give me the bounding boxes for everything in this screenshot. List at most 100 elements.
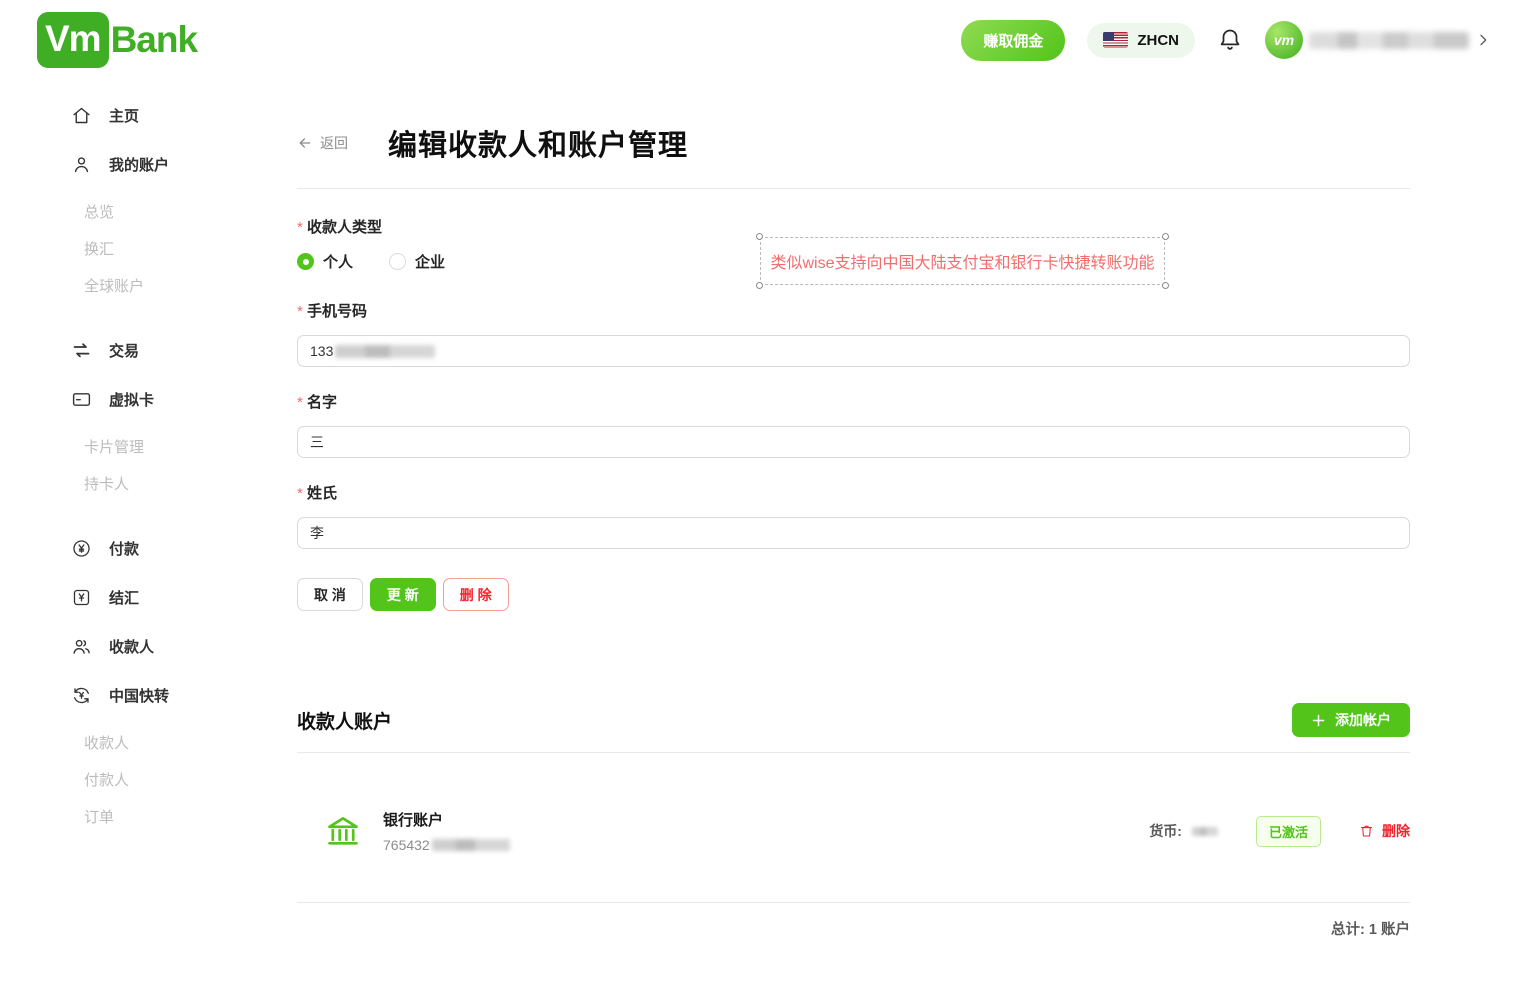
sidebar-subitem-cft-orders[interactable]: 订单 xyxy=(71,803,297,829)
sidebar-item-label: 主页 xyxy=(109,105,139,126)
sidebar-item-my-account[interactable]: 我的账户 xyxy=(71,149,297,179)
radio-selected-icon xyxy=(297,253,314,270)
user-icon xyxy=(71,154,92,175)
top-header: Vm Bank 赚取佣金 ZHCN vm xyxy=(0,0,1517,80)
notification-bell-icon[interactable] xyxy=(1217,27,1243,53)
language-selector[interactable]: ZHCN xyxy=(1087,23,1195,58)
last-name-input[interactable] xyxy=(297,517,1410,549)
phone-value-visible: 133 xyxy=(310,343,333,359)
plus-icon xyxy=(1311,713,1326,728)
sidebar-item-label: 虚拟卡 xyxy=(109,389,154,410)
phone-value-redacted xyxy=(335,345,435,358)
title-divider xyxy=(297,188,1410,189)
people-icon xyxy=(71,636,92,657)
accounts-title: 收款人账户 xyxy=(297,707,392,734)
recipient-type-label: 收款人类型 xyxy=(297,216,1410,237)
back-label: 返回 xyxy=(320,133,348,153)
sidebar-subitem-overview[interactable]: 总览 xyxy=(71,198,297,224)
accounts-total: 总计: 1 账户 xyxy=(297,918,1410,939)
account-meta: 货币: 已激活 删除 xyxy=(1149,816,1410,847)
annotation-box: 类似wise支持向中国大陆支付宝和银行卡快捷转账功能 xyxy=(760,237,1165,285)
form-actions: 取 消 更 新 删 除 xyxy=(297,578,1410,611)
sidebar-subitem-exchange[interactable]: 换汇 xyxy=(71,235,297,261)
sidebar-item-recipients[interactable]: 收款人 xyxy=(71,631,297,661)
currency-group: 货币: xyxy=(1149,821,1218,841)
sidebar-item-label: 付款 xyxy=(109,538,139,559)
delete-button[interactable]: 删 除 xyxy=(443,578,509,611)
brand-logo[interactable]: Vm Bank xyxy=(37,12,197,68)
sidebar-item-virtual-cards[interactable]: 虚拟卡 xyxy=(71,384,297,414)
back-arrow-icon xyxy=(297,135,313,151)
radio-personal-label: 个人 xyxy=(323,251,353,272)
status-badge: 已激活 xyxy=(1256,816,1321,847)
logo-name: Bank xyxy=(111,19,197,61)
yuan-square-icon xyxy=(71,587,92,608)
credit-card-icon xyxy=(71,389,92,410)
cancel-button[interactable]: 取 消 xyxy=(297,578,363,611)
phone-input[interactable]: 133 xyxy=(297,335,1410,367)
account-type: 银行账户 xyxy=(383,809,510,830)
sidebar-item-payments[interactable]: 付款 xyxy=(71,533,297,563)
user-menu[interactable]: vm xyxy=(1265,21,1491,59)
user-avatar: vm xyxy=(1265,21,1303,59)
sidebar-nav: 主页 我的账户 总览 换汇 全球账户 交易 虚拟卡 卡片管理 持卡人 xyxy=(0,80,297,939)
account-text: 银行账户 765432 xyxy=(383,809,510,853)
trash-icon xyxy=(1359,823,1374,839)
annotation-handle[interactable] xyxy=(1162,282,1169,289)
annotation-handle[interactable] xyxy=(1162,233,1169,240)
annotation-handle[interactable] xyxy=(756,282,763,289)
currency-label: 货币: xyxy=(1149,821,1182,841)
logo-mark: Vm xyxy=(37,12,109,68)
yuan-transfer-icon xyxy=(71,685,92,706)
sidebar-subitem-cft-recipients[interactable]: 收款人 xyxy=(71,729,297,755)
annotation-handle[interactable] xyxy=(756,233,763,240)
radio-business-label: 企业 xyxy=(415,251,445,272)
home-icon xyxy=(71,105,92,126)
back-button[interactable]: 返回 xyxy=(297,133,348,153)
nav-spacer xyxy=(71,507,297,533)
language-code: ZHCN xyxy=(1137,32,1179,49)
accounts-divider xyxy=(297,752,1410,753)
swap-arrows-icon xyxy=(71,340,92,361)
account-info: 银行账户 765432 xyxy=(325,809,510,853)
page-title: 编辑收款人和账户管理 xyxy=(388,122,688,164)
first-name-input[interactable] xyxy=(297,426,1410,458)
annotation-text: 类似wise支持向中国大陆支付宝和银行卡快捷转账功能 xyxy=(770,249,1154,273)
sidebar-item-label: 我的账户 xyxy=(109,154,169,175)
sidebar-item-settlement[interactable]: 结汇 xyxy=(71,582,297,612)
delete-account-label: 删除 xyxy=(1382,821,1410,841)
accounts-header: 收款人账户 添加帐户 xyxy=(297,703,1410,737)
sidebar-subitem-cardholders[interactable]: 持卡人 xyxy=(71,470,297,496)
last-name-label: 姓氏 xyxy=(297,482,1410,503)
account-number: 765432 xyxy=(383,837,510,853)
currency-value-redacted xyxy=(1192,827,1218,836)
first-name-label: 名字 xyxy=(297,391,1410,412)
sidebar-subitem-global-accounts[interactable]: 全球账户 xyxy=(71,272,297,298)
sidebar-subitem-cft-payers[interactable]: 付款人 xyxy=(71,766,297,792)
sidebar-item-label: 结汇 xyxy=(109,587,139,608)
phone-label: 手机号码 xyxy=(297,300,1410,321)
account-number-visible: 765432 xyxy=(383,837,430,853)
bank-icon xyxy=(325,813,361,849)
title-row: 返回 编辑收款人和账户管理 xyxy=(297,122,1410,164)
radio-personal[interactable]: 个人 xyxy=(297,251,353,272)
add-account-button[interactable]: 添加帐户 xyxy=(1292,703,1410,737)
sidebar-item-home[interactable]: 主页 xyxy=(71,100,297,130)
earn-commission-button[interactable]: 赚取佣金 xyxy=(961,20,1065,61)
radio-business[interactable]: 企业 xyxy=(389,251,445,272)
delete-account-button[interactable]: 删除 xyxy=(1359,821,1410,841)
user-name-redacted xyxy=(1309,32,1469,49)
sidebar-item-label: 交易 xyxy=(109,340,139,361)
chevron-right-icon xyxy=(1475,32,1491,48)
account-number-redacted xyxy=(432,839,510,851)
sidebar-item-label: 中国快转 xyxy=(109,685,169,706)
update-button[interactable]: 更 新 xyxy=(370,578,436,611)
sidebar-item-china-fast-transfer[interactable]: 中国快转 xyxy=(71,680,297,710)
nav-spacer xyxy=(71,309,297,335)
yuan-circle-icon xyxy=(71,538,92,559)
sidebar-subitem-card-management[interactable]: 卡片管理 xyxy=(71,433,297,459)
main-content: 返回 编辑收款人和账户管理 类似wise支持向中国大陆支付宝和银行卡快捷转账功能… xyxy=(297,80,1517,939)
account-row: 银行账户 765432 货币: 已激活 删除 xyxy=(297,809,1410,853)
sidebar-item-transactions[interactable]: 交易 xyxy=(71,335,297,365)
sidebar-item-label: 收款人 xyxy=(109,636,154,657)
